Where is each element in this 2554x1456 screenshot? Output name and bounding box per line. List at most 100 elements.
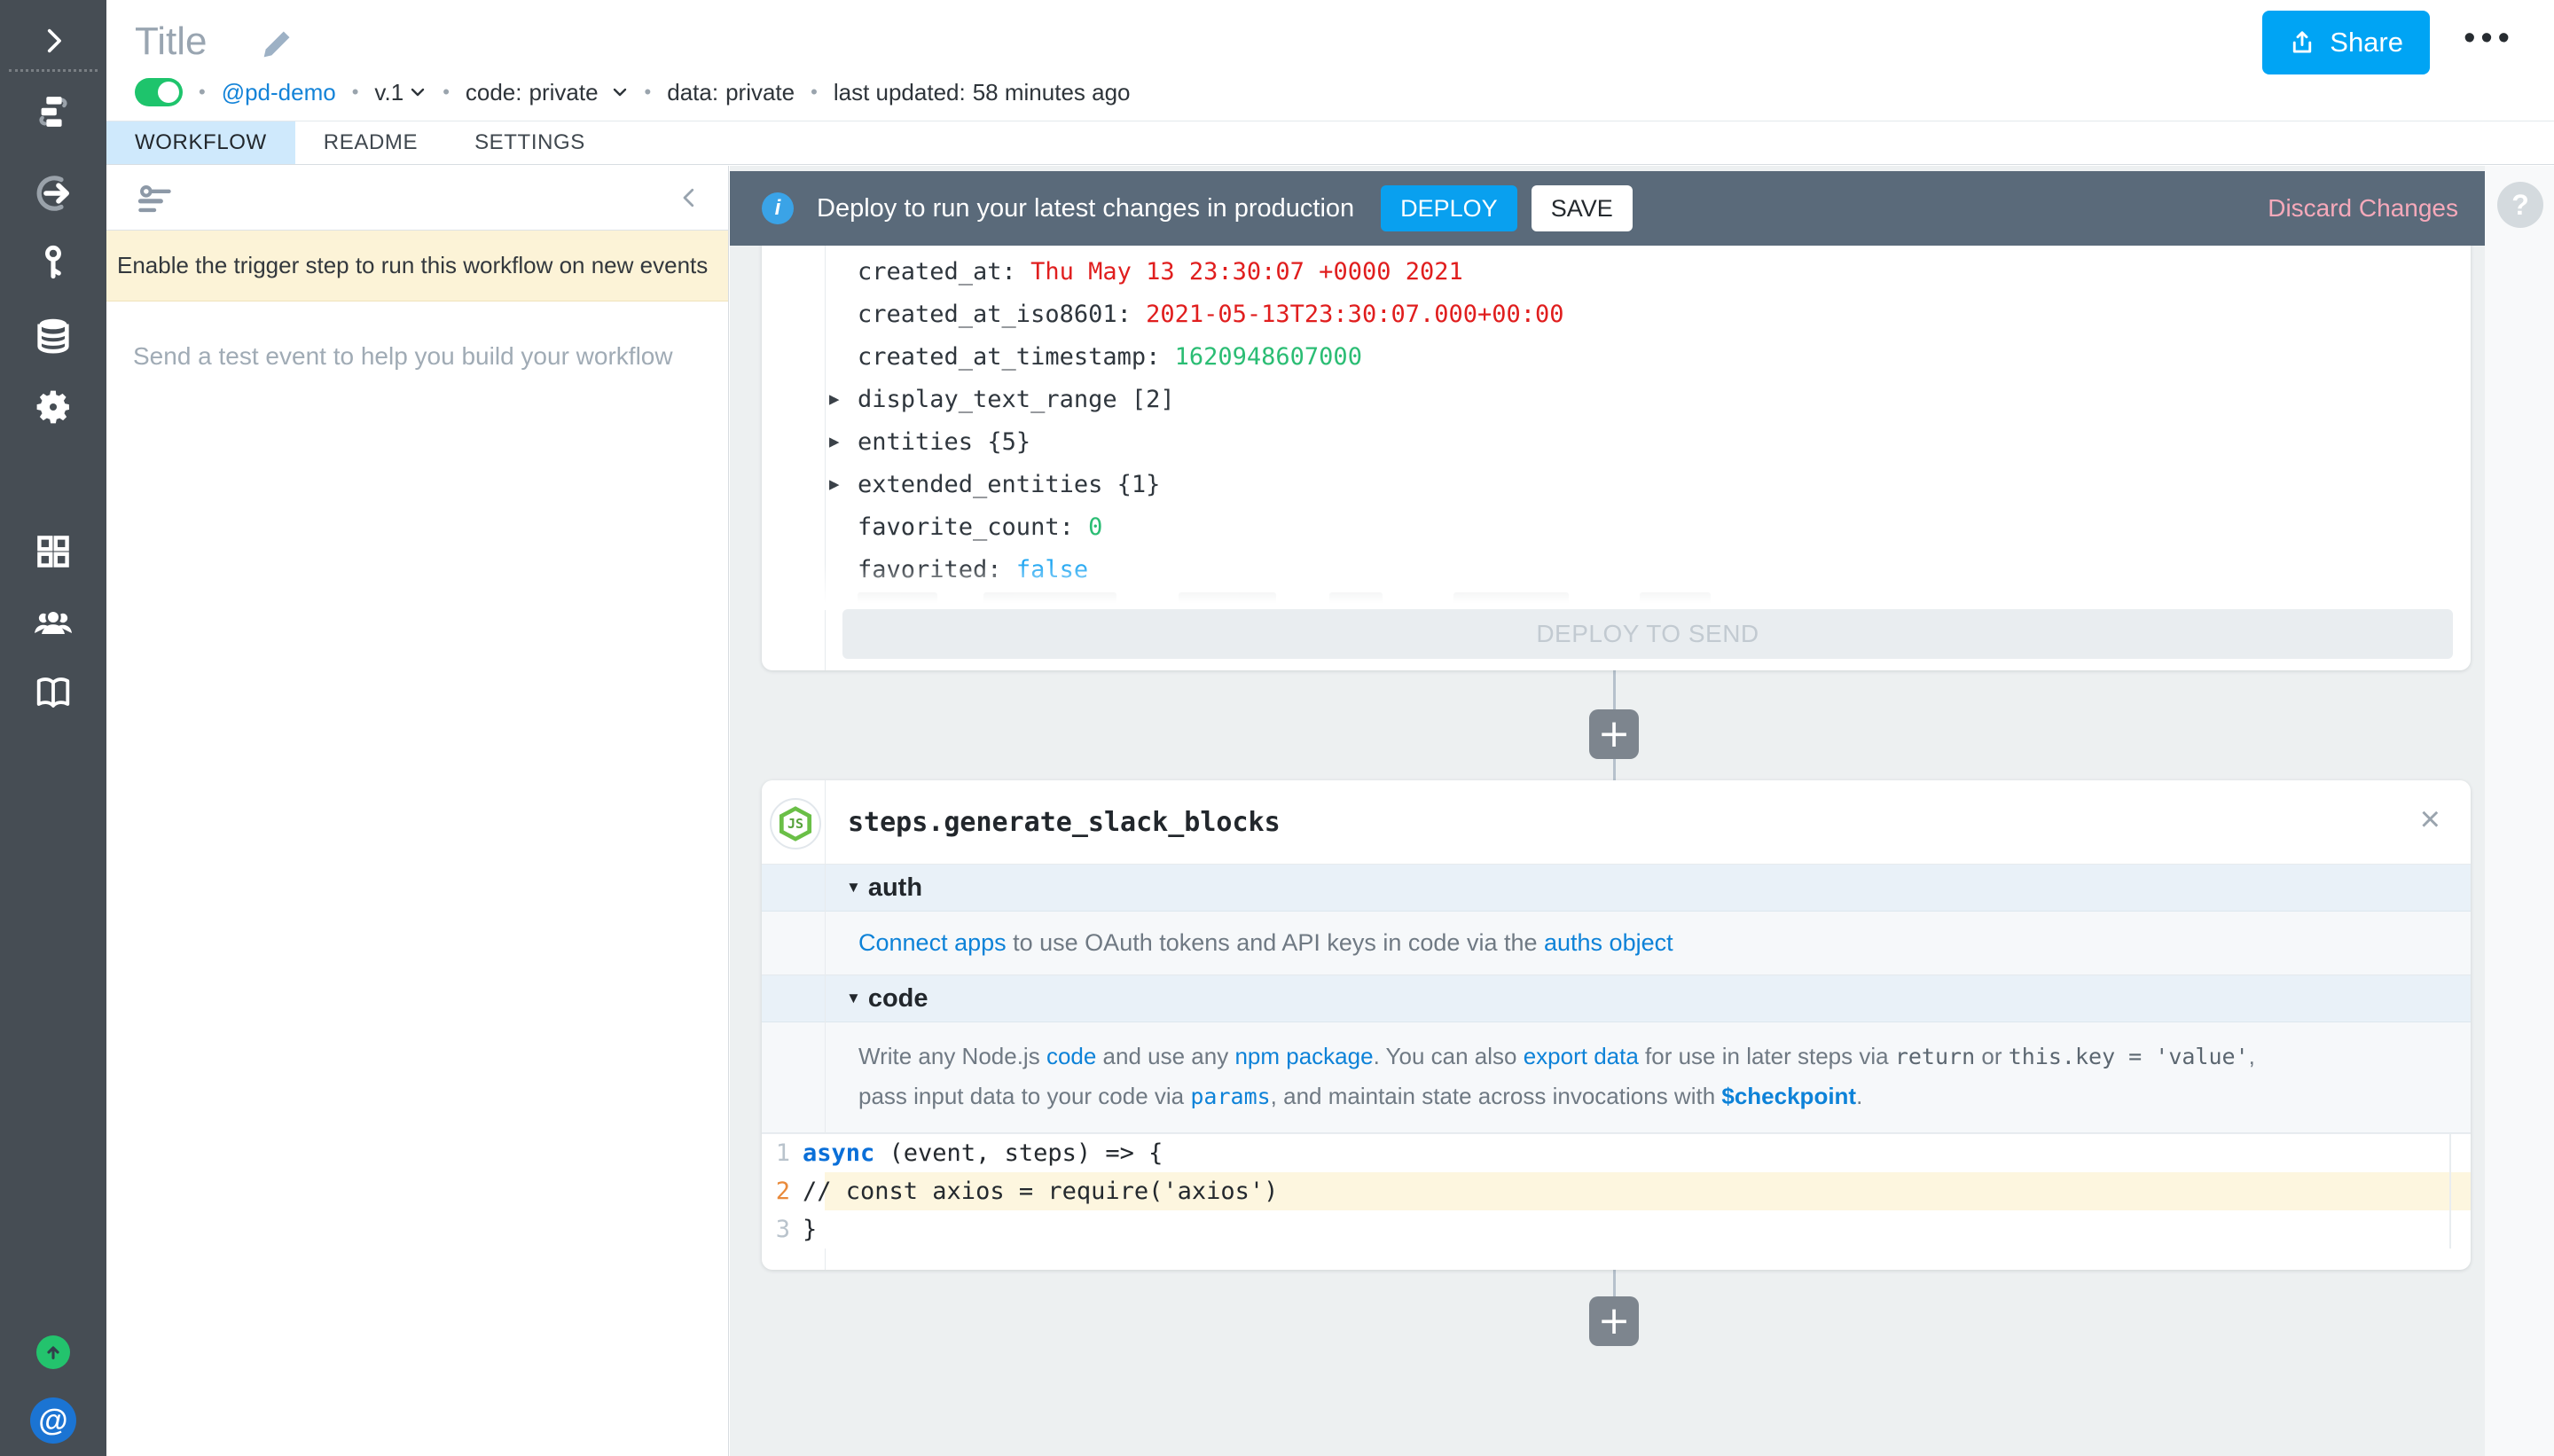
tree-value: 0 <box>1088 513 1102 541</box>
tree-value: 2021-05-13T23:30:07.000+00:00 <box>1146 301 1563 328</box>
sidebar-item-sql[interactable] <box>0 314 106 356</box>
code-visibility-value: private <box>529 79 599 106</box>
content-fade <box>763 564 2470 610</box>
tab-settings[interactable]: SETTINGS <box>446 121 614 164</box>
save-button[interactable]: SAVE <box>1532 185 1633 231</box>
auth-description: to use OAuth tokens and API keys in code… <box>1007 929 1544 956</box>
tree-key: favorite_count: <box>858 513 1088 541</box>
database-icon <box>33 315 74 356</box>
sidebar-item-settings[interactable] <box>0 386 106 428</box>
description-text: Write any Node.js <box>858 1043 1046 1069</box>
discard-changes-link[interactable]: Discard Changes <box>2268 194 2458 223</box>
share-button[interactable]: Share <box>2262 11 2430 74</box>
caret-down-icon: ▼ <box>846 879 861 896</box>
data-visibility-label: data: <box>667 79 718 106</box>
line-number: 3 <box>762 1216 803 1243</box>
description-text: . You can also <box>1374 1043 1524 1069</box>
auth-section-header[interactable]: ▼ auth <box>762 865 2471 912</box>
code-token: (event, steps) => { <box>874 1139 1163 1167</box>
data-visibility-value: private <box>725 79 795 106</box>
collapse-panel-button[interactable] <box>670 176 709 219</box>
code-docs-link[interactable]: code <box>1046 1043 1096 1069</box>
params-link[interactable]: params <box>1190 1084 1270 1109</box>
line-number: 2 <box>762 1178 803 1205</box>
add-step-button[interactable]: + <box>1589 709 1639 759</box>
sidebar-item-workflows[interactable] <box>0 90 106 133</box>
arrow-out-circle-icon <box>32 172 74 215</box>
description-text: for use in later steps via <box>1639 1043 1895 1069</box>
checkpoint-link[interactable]: $checkpoint <box>1721 1083 1856 1109</box>
tree-value: {1} <box>1117 471 1161 498</box>
chevron-down-icon <box>409 86 427 98</box>
export-data-link[interactable]: export data <box>1524 1043 1639 1069</box>
npm-package-link[interactable]: npm package <box>1234 1043 1373 1069</box>
test-event-hint: Send a test event to help you build your… <box>133 342 728 371</box>
app-sidebar: @ <box>0 0 106 1456</box>
connect-apps-link[interactable]: Connect apps <box>858 929 1007 956</box>
code-visibility-dropdown[interactable]: code: private <box>466 79 629 106</box>
tree-value: {5} <box>987 428 1030 456</box>
step-name[interactable]: steps.generate_slack_blocks <box>848 807 1281 838</box>
tree-row-expandable[interactable]: ▶ extended_entities {1} <box>762 463 2471 505</box>
toggle-knob <box>158 82 179 103</box>
tab-readme[interactable]: README <box>295 121 446 164</box>
caret-down-icon: ▼ <box>846 990 861 1007</box>
trigger-notice: Enable the trigger step to run this work… <box>106 231 728 301</box>
info-icon: i <box>762 192 794 224</box>
deploy-status-button[interactable] <box>0 1335 106 1369</box>
people-icon <box>32 601 74 644</box>
close-step-icon[interactable]: × <box>2420 800 2440 840</box>
more-menu-button[interactable]: ••• <box>2464 20 2515 58</box>
last-updated-value: 58 minutes ago <box>973 79 1131 106</box>
auth-section-body: Connect apps to use OAuth tokens and API… <box>762 912 2471 975</box>
workflow-tabs: WORKFLOW README SETTINGS <box>106 121 2554 165</box>
code-editor[interactable]: 1 async (event, steps) => { 2 // const a… <box>762 1133 2471 1249</box>
help-button[interactable]: ? <box>2497 182 2543 228</box>
deploy-banner: i Deploy to run your latest changes in p… <box>730 171 2485 246</box>
code-step-header: JS steps.generate_slack_blocks × <box>762 780 2471 865</box>
editor-line[interactable]: 3 } <box>762 1210 2471 1249</box>
tab-workflow[interactable]: WORKFLOW <box>106 121 295 164</box>
version-label: v.1 <box>374 79 403 106</box>
add-step-button[interactable]: + <box>1589 1296 1639 1346</box>
nodejs-icon-label: JS <box>782 810 810 838</box>
description-text: or <box>1975 1043 2009 1069</box>
keyword-token: async <box>803 1139 874 1167</box>
editor-line-active[interactable]: 2 // const axios = require('axios') <box>762 1172 2471 1210</box>
sidebar-item-docs[interactable] <box>0 671 106 714</box>
code-section-header[interactable]: ▼ code <box>762 975 2471 1022</box>
at-sign-icon: @ <box>30 1397 76 1444</box>
tree-key: created_at_timestamp: <box>858 343 1175 371</box>
editor-line[interactable]: 1 async (event, steps) => { <box>762 1134 2471 1172</box>
deploy-button[interactable]: DEPLOY <box>1381 185 1517 231</box>
expand-arrow-icon[interactable]: ▶ <box>829 474 839 494</box>
auths-object-link[interactable]: auths object <box>1544 929 1673 956</box>
sidebar-item-accounts[interactable] <box>0 241 106 284</box>
mentions-button[interactable]: @ <box>0 1397 106 1444</box>
meta-separator: • <box>199 81 206 104</box>
expand-arrow-icon[interactable]: ▶ <box>829 389 839 409</box>
tree-key: extended_entities <box>858 471 1117 498</box>
sidebar-item-apps[interactable] <box>0 530 106 573</box>
version-dropdown[interactable]: v.1 <box>374 79 427 106</box>
sidebar-divider <box>9 69 98 72</box>
sidebar-item-sources[interactable] <box>0 172 106 215</box>
workflow-enabled-toggle[interactable] <box>135 78 183 106</box>
page-title: Title <box>135 20 208 64</box>
meta-separator: • <box>645 81 652 104</box>
arrow-up-circle-icon <box>36 1335 70 1369</box>
filter-icon[interactable] <box>135 180 174 219</box>
trigger-step-card: created_at: Thu May 13 23:30:07 +0000 20… <box>762 177 2471 670</box>
sidebar-item-community[interactable] <box>0 601 106 644</box>
edit-title-icon[interactable] <box>259 27 294 62</box>
expand-arrow-icon[interactable]: ▶ <box>829 432 839 451</box>
tree-row-expandable[interactable]: ▶ display_text_range [2] <box>762 378 2471 420</box>
expand-sidebar-button[interactable] <box>0 21 106 60</box>
share-upload-icon <box>2289 29 2315 56</box>
code-section-description: Write any Node.js code and use any npm p… <box>762 1022 2471 1133</box>
tree-value: Thu May 13 23:30:07 +0000 2021 <box>1030 258 1463 286</box>
thiskey-code-text: this.key = 'value' <box>2009 1044 2249 1069</box>
owner-link[interactable]: @pd-demo <box>222 79 336 106</box>
tree-row-expandable[interactable]: ▶ entities {5} <box>762 420 2471 463</box>
event-panel-toolbar <box>106 166 728 231</box>
